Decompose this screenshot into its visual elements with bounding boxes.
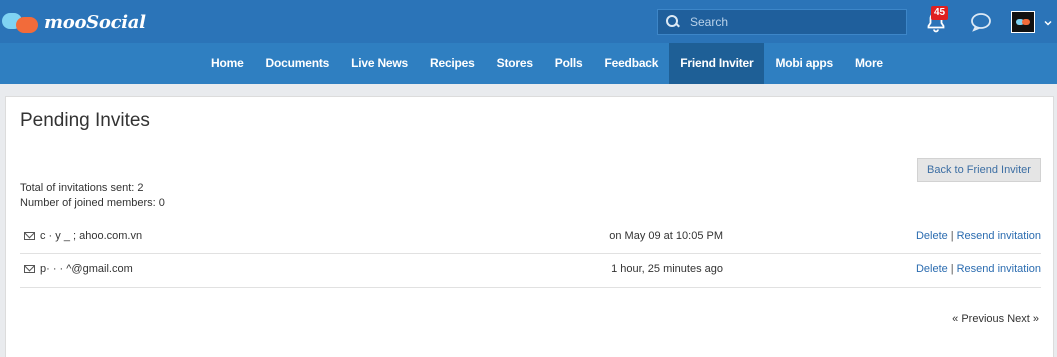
chat-icon[interactable] [970,12,992,32]
invites-list: c · y _ ; ahoo.com.vn on May 09 at 10:05… [20,221,1041,288]
invite-stats: Total of invitations sent: 2 Number of j… [20,181,165,211]
search-input[interactable] [690,15,890,29]
nav-item-live-news[interactable]: Live News [340,43,419,84]
pending-invites-panel: Pending Invites Back to Friend Inviter T… [5,96,1054,357]
nav-item-friend-inviter[interactable]: Friend Inviter [669,43,765,84]
resend-invitation-link[interactable]: Resend invitation [957,230,1041,242]
site-logo[interactable]: mooSocial [2,8,146,36]
invite-email: p· · · ^@gmail.com [40,263,133,275]
previous-page-link[interactable]: « Previous [952,313,1004,325]
next-page-link[interactable]: Next » [1007,313,1039,325]
joined-members-text: Number of joined members: 0 [20,197,165,209]
nav-item-more[interactable]: More [844,43,894,84]
invite-actions: Delete | Resend invitation [916,263,1041,275]
brand-name: mooSocial [44,11,146,33]
search-icon[interactable] [664,10,688,34]
envelope-icon [24,265,35,273]
back-to-friend-inviter-button[interactable]: Back to Friend Inviter [917,158,1041,182]
resend-invitation-link[interactable]: Resend invitation [957,263,1041,275]
chevron-down-icon[interactable] [1044,16,1052,26]
list-item: c · y _ ; ahoo.com.vn on May 09 at 10:05… [20,221,1041,254]
total-invitations-text: Total of invitations sent: 2 [20,182,144,194]
notification-count-badge: 45 [931,6,949,20]
nav-item-recipes[interactable]: Recipes [419,43,486,84]
invite-time: on May 09 at 10:05 PM [609,230,723,242]
invite-actions: Delete | Resend invitation [916,230,1041,242]
logo-icon [2,9,42,35]
nav-item-polls[interactable]: Polls [544,43,594,84]
nav-item-mobi-apps[interactable]: Mobi apps [764,43,844,84]
main-navigation: Home Documents Live News Recipes Stores … [0,43,1057,84]
top-bar: mooSocial 45 [0,0,1057,43]
action-separator: | [950,263,954,275]
delete-invite-link[interactable]: Delete [916,230,948,242]
search-box[interactable] [657,9,907,35]
avatar[interactable] [1011,11,1035,33]
invite-time: 1 hour, 25 minutes ago [611,263,723,275]
nav-item-documents[interactable]: Documents [255,43,341,84]
nav-item-home[interactable]: Home [200,43,255,84]
envelope-icon [24,232,35,240]
pagination: « Previous Next » [952,313,1039,325]
nav-item-feedback[interactable]: Feedback [593,43,669,84]
invite-email: c · y _ ; ahoo.com.vn [40,230,143,242]
action-separator: | [950,230,954,242]
nav-item-stores[interactable]: Stores [486,43,544,84]
delete-invite-link[interactable]: Delete [916,263,948,275]
page-title: Pending Invites [20,110,150,131]
list-item: p· · · ^@gmail.com 1 hour, 25 minutes ag… [20,254,1041,288]
